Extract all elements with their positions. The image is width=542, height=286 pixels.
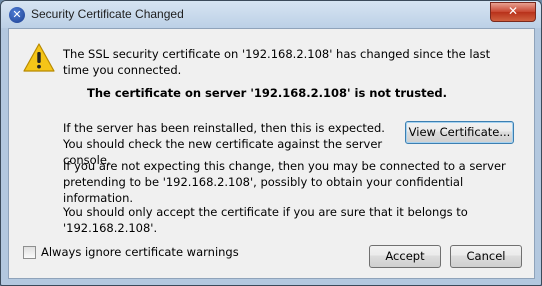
accept-label: Accept — [385, 249, 425, 263]
x-app-icon: ✕ — [9, 7, 25, 23]
dialog-body: The SSL security certificate on '192.168… — [8, 28, 535, 279]
window-title: Security Certificate Changed — [31, 7, 184, 21]
ignore-warnings-checkbox[interactable] — [23, 246, 36, 259]
close-button[interactable]: ✕ — [490, 2, 536, 22]
accept-button[interactable]: Accept — [369, 245, 441, 268]
accept-note-message: You should only accept the certificate i… — [63, 205, 468, 235]
not-trusted-message: The certificate on server '192.168.2.108… — [87, 86, 447, 100]
cancel-label: Cancel — [466, 249, 506, 263]
view-certificate-button[interactable]: View Certificate... — [405, 121, 514, 144]
dialog-window: ✕ Security Certificate Changed ✕ The SSL… — [0, 0, 542, 286]
cancel-button[interactable]: Cancel — [450, 245, 522, 268]
certificate-changed-message: The SSL security certificate on '192.168… — [63, 47, 491, 77]
title-bar[interactable]: ✕ Security Certificate Changed ✕ — [1, 1, 541, 28]
warning-icon — [23, 43, 55, 72]
close-icon: ✕ — [507, 4, 519, 18]
ignore-warnings-label[interactable]: Always ignore certificate warnings — [41, 244, 239, 260]
not-expecting-message: If you are not expecting this change, th… — [63, 159, 506, 205]
view-certificate-label: View Certificate... — [408, 125, 511, 139]
